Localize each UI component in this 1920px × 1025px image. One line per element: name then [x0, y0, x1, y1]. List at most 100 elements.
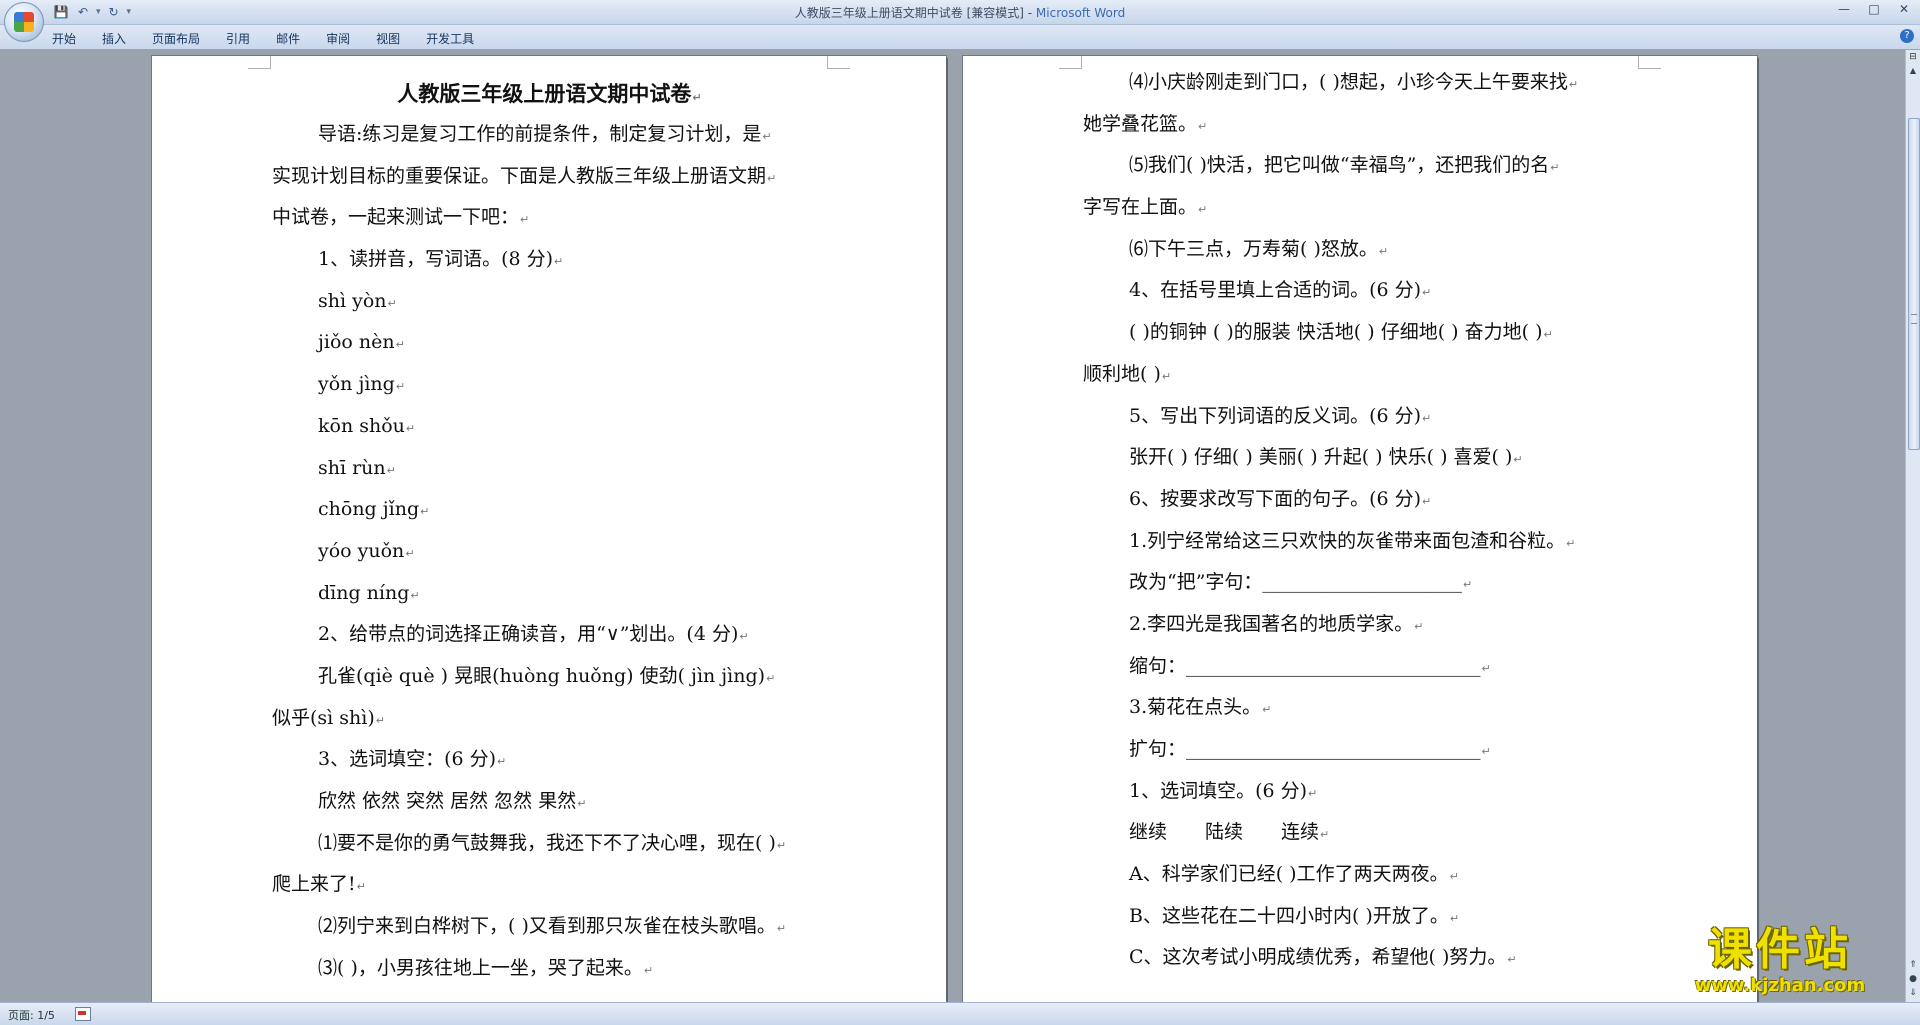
- proofing-status-icon[interactable]: [75, 1007, 91, 1021]
- tab-review[interactable]: 审阅: [326, 30, 350, 47]
- document-line: 1、选词填空。(6 分)↵: [1083, 771, 1638, 813]
- select-browse-object-icon[interactable]: ●: [1907, 974, 1919, 986]
- previous-page-icon[interactable]: ⇑: [1907, 960, 1919, 972]
- window-controls: — □ ✕: [1836, 2, 1912, 16]
- line-text: ⑴要不是你的勇气鼓舞我，我还下不了决心哩，现在( ): [318, 831, 776, 854]
- view-ruler-icon[interactable]: ⊟: [1908, 52, 1918, 64]
- paragraph-mark: ↵: [1422, 411, 1432, 425]
- paragraph-mark: ↵: [405, 421, 416, 435]
- app-name: Microsoft Word: [1035, 6, 1126, 20]
- document-line: C、这次考试小明成绩优秀，希望他( )努力。↵: [1083, 937, 1638, 979]
- line-text: 1、选词填空。(6 分): [1129, 779, 1308, 802]
- window-title: 人教版三年级上册语文期中试卷 [兼容模式] - Microsoft Word: [0, 4, 1920, 21]
- paragraph-mark: ↵: [1320, 828, 1330, 842]
- document-line: 导语:练习是复习工作的前提条件，制定复习计划，是↵: [272, 114, 827, 156]
- paragraph-mark: ↵: [1566, 536, 1576, 550]
- tab-developer[interactable]: 开发工具: [426, 30, 474, 47]
- document-line: ⑸我们( )快活，把它叫做“幸福鸟”，还把我们的名↵: [1083, 145, 1638, 187]
- status-bar: 页面: 1/5: [0, 1002, 1920, 1025]
- ribbon-tabs: 开始 插入 页面布局 引用 邮件 审阅 视图 开发工具: [52, 30, 500, 47]
- line-text: 2.李四光是我国著名的地质学家。: [1129, 612, 1414, 635]
- line-text: 欣然 依然 突然 居然 忽然 果然: [318, 790, 577, 812]
- vertical-scrollbar[interactable]: ⊟ ▲ ⇑ ● ⇓: [1905, 50, 1920, 1002]
- page-count[interactable]: 页面: 1/5: [8, 1007, 55, 1023]
- line-text: dīng níng: [318, 581, 410, 604]
- line-text: 缩句：_______________________________: [1129, 654, 1481, 677]
- paragraph-mark: ↵: [739, 630, 749, 644]
- line-text: A、科学家们已经( )工作了两天两夜。: [1129, 863, 1449, 886]
- document-line: 3、选词填空：(6 分)↵: [272, 739, 827, 781]
- close-button[interactable]: ✕: [1896, 2, 1912, 16]
- paragraph-mark: ↵: [1543, 328, 1553, 342]
- document-line: 3.菊花在点头。↵: [1083, 687, 1638, 729]
- document-page-left[interactable]: 人教版三年级上册语文期中试卷 ↵ 导语:练习是复习工作的前提条件，制定复习计划，是…: [152, 56, 946, 1002]
- document-line: B、这些花在二十四小时内( )开放了。↵: [1083, 896, 1638, 938]
- document-line: yǒn jìng↵: [272, 364, 827, 406]
- document-line: shī rùn↵: [272, 448, 827, 490]
- scrollbar-thumb[interactable]: [1908, 118, 1920, 450]
- paragraph-mark: ↵: [643, 963, 654, 977]
- paragraph-mark: ↵: [410, 588, 420, 602]
- tab-page-layout[interactable]: 页面布局: [152, 30, 200, 47]
- office-button[interactable]: [4, 2, 44, 42]
- paragraph-mark: ↵: [554, 255, 564, 269]
- document-line: ⑷小庆龄刚走到门口，( )想起，小珍今天上午要来找↵: [1083, 62, 1638, 104]
- tab-home[interactable]: 开始: [52, 30, 76, 47]
- paragraph-mark: ↵: [776, 838, 787, 852]
- paragraph-mark: ↵: [375, 713, 385, 727]
- line-text: 3、选词填空：(6 分): [318, 748, 497, 771]
- help-icon[interactable]: ?: [1900, 29, 1914, 43]
- document-workarea: 人教版三年级上册语文期中试卷 ↵ 导语:练习是复习工作的前提条件，制定复习计划，是…: [0, 50, 1906, 1002]
- crop-mark: [827, 56, 850, 69]
- line-text: 顺利地( ): [1083, 362, 1161, 385]
- document-line: 扩句：_______________________________↵: [1083, 729, 1638, 771]
- paragraph-mark: ↵: [1449, 911, 1460, 925]
- document-line: shì yòn↵: [272, 281, 827, 323]
- paragraph-mark: ↵: [766, 671, 776, 685]
- document-line: 字写在上面。↵: [1083, 187, 1638, 229]
- maximize-button[interactable]: □: [1866, 2, 1882, 16]
- tab-mailings[interactable]: 邮件: [276, 30, 300, 47]
- paragraph-mark: ↵: [1550, 161, 1560, 175]
- line-text: 6、按要求改写下面的句子。(6 分): [1129, 487, 1422, 510]
- line-text: 4、在括号里填上合适的词。(6 分): [1129, 279, 1422, 302]
- paragraph-mark: ↵: [395, 338, 405, 352]
- document-line: 4、在括号里填上合适的词。(6 分)↵: [1083, 270, 1638, 312]
- paragraph-mark: ↵: [1161, 369, 1172, 383]
- paragraph-mark: ↵: [776, 922, 787, 936]
- minimize-button[interactable]: —: [1836, 2, 1852, 16]
- line-text: 中试卷，一起来测试一下吧：: [272, 206, 520, 229]
- ribbon: 开始 插入 页面布局 引用 邮件 审阅 视图 开发工具 ?: [0, 25, 1920, 50]
- line-text: C、这次考试小明成绩优秀，希望他( )努力。: [1129, 946, 1507, 969]
- paragraph-mark: ↵: [387, 296, 397, 310]
- line-text: 字写在上面。: [1083, 196, 1198, 219]
- next-page-icon[interactable]: ⇓: [1907, 988, 1919, 1000]
- document-line: 她学叠花篮。↵: [1083, 104, 1638, 146]
- document-line: ⑹下午三点，万寿菊( )怒放。↵: [1083, 229, 1638, 271]
- scroll-up-icon[interactable]: ▲: [1907, 66, 1919, 78]
- line-text: 5、写出下列词语的反义词。(6 分): [1129, 404, 1422, 427]
- document-line: 中试卷，一起来测试一下吧：↵: [272, 197, 827, 239]
- tab-view[interactable]: 视图: [376, 30, 400, 47]
- paragraph-mark: ↵: [1481, 661, 1491, 675]
- line-text: 张开( ) 仔细( ) 美丽( ) 升起( ) 快乐( ) 喜爱( ): [1129, 446, 1513, 469]
- line-text: kōn shǒu: [318, 414, 405, 437]
- document-line: dīng níng↵: [272, 573, 827, 615]
- title-bar: 💾 ↶ ▾ ↻ ▾ 人教版三年级上册语文期中试卷 [兼容模式] - Micros…: [0, 0, 1920, 25]
- tab-insert[interactable]: 插入: [102, 30, 126, 47]
- document-line: chōng jǐng↵: [272, 489, 827, 531]
- paragraph-mark: ↵: [1378, 244, 1389, 258]
- paragraph-mark: ↵: [405, 546, 415, 560]
- document-line: 实现计划目标的重要保证。下面是人教版三年级上册语文期↵: [272, 156, 827, 198]
- tab-references[interactable]: 引用: [226, 30, 250, 47]
- line-text: 1、读拼音，写词语。(8 分): [318, 248, 554, 271]
- crop-mark: [248, 56, 271, 69]
- line-text: shì yòn: [318, 289, 387, 312]
- document-line: 缩句：_______________________________↵: [1083, 646, 1638, 688]
- line-text: 继续 陆续 连续: [1129, 821, 1320, 844]
- document-title-text: 人教版三年级上册语文期中试卷: [397, 81, 692, 106]
- paragraph-mark: ↵: [395, 380, 406, 394]
- paragraph-mark: ↵: [1414, 619, 1424, 633]
- paragraph-mark: ↵: [1462, 578, 1473, 592]
- document-page-right[interactable]: ⑷小庆龄刚走到门口，( )想起，小珍今天上午要来找↵ 她学叠花篮。↵ ⑸我们( )快…: [963, 56, 1757, 1002]
